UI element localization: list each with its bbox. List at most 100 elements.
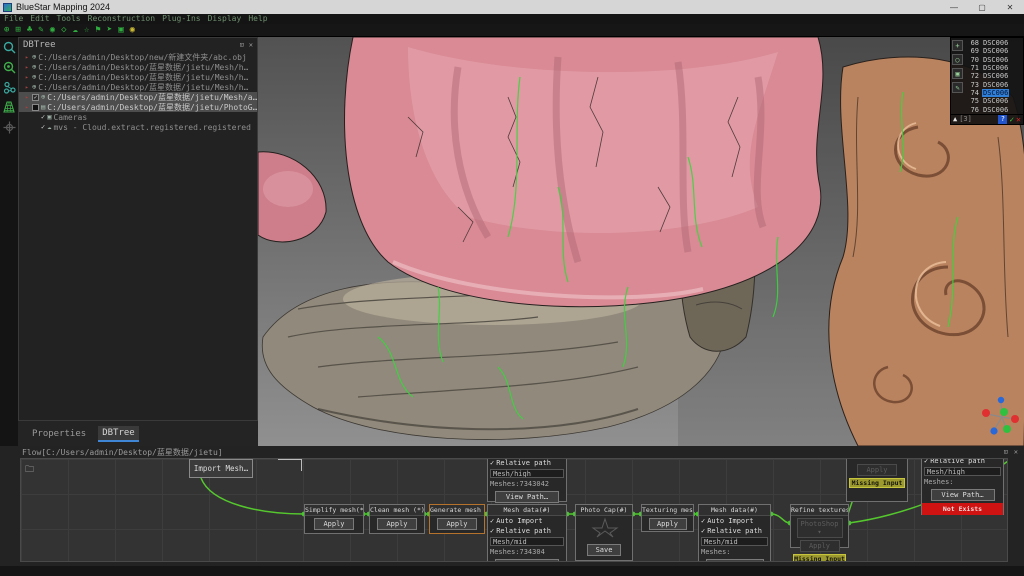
toolbar-icon-9[interactable]: ⚑ xyxy=(95,24,100,36)
viewport-3d[interactable] xyxy=(258,37,1024,446)
view-path-button[interactable]: View Path… xyxy=(495,559,559,562)
tree-item-selected[interactable]: ▸✓⊕C:/Users/admin/Desktop/蓝星数据/jietu/Mes… xyxy=(19,92,257,102)
checkmark-icon[interactable]: ✓ xyxy=(490,459,494,467)
apply-button-disabled[interactable]: Apply xyxy=(800,540,840,552)
maximize-button[interactable]: ▢ xyxy=(968,0,996,14)
node-mesh-data-mid-2[interactable]: Mesh data(#) ✓Auto Import ✓Relative path… xyxy=(698,504,771,562)
node-refine-textures[interactable]: Refine textures(~) PhotoShop ▾ Apply Mis… xyxy=(790,504,849,548)
title-bar[interactable]: BlueStar Mapping 2024 — ▢ ✕ xyxy=(0,0,1024,14)
delete-icon[interactable]: ✕ xyxy=(1016,115,1021,124)
apply-button-disabled[interactable]: Apply xyxy=(857,464,897,476)
checkbox-checked[interactable]: ✓ xyxy=(32,94,39,101)
node-mesh-data-error[interactable]: ✓Relative path Mesh/high Meshes: View Pa… xyxy=(921,458,1004,515)
node-generate-mesh-uv[interactable]: Generate mesh UV(*) Apply xyxy=(429,504,485,534)
toolbar-icon-11[interactable]: ▣ xyxy=(118,24,123,36)
expand-arrow-icon[interactable]: ▸ xyxy=(25,104,30,111)
import-mesh-button[interactable]: Import Mesh… xyxy=(189,459,253,478)
checkmark-icon[interactable]: ✓ xyxy=(701,527,705,535)
tree-item-selected[interactable]: ▸▤C:/Users/admin/Desktop/蓝星数据/jietu/Phot… xyxy=(19,102,257,112)
expand-arrow-icon[interactable]: ▸ xyxy=(25,54,30,61)
minimize-button[interactable]: — xyxy=(940,0,968,14)
photo-row[interactable]: 75DSC006 xyxy=(964,97,1023,105)
tab-properties[interactable]: Properties xyxy=(28,427,90,441)
node-mesh-data-high[interactable]: ✓Relative path Mesh/high Meshes:7343042 … xyxy=(487,458,567,502)
zoom-icon[interactable] xyxy=(0,37,18,57)
checkmark-icon[interactable]: ✓ xyxy=(701,517,705,525)
tree-item[interactable]: ▸⊕C:/Users/admin/Desktop/蓝星数据/jietu/Mesh… xyxy=(19,62,257,72)
node-photo-cap[interactable]: Photo Cap(#) Save xyxy=(575,504,633,561)
checkmark-icon[interactable]: ✓ xyxy=(924,458,928,465)
zoom-inspect-icon[interactable] xyxy=(0,57,18,77)
toolbar-icon-1[interactable]: ⊕ xyxy=(4,24,9,36)
node-simplify-mesh[interactable]: Simplify mesh(*) Apply xyxy=(304,504,364,534)
menu-reconstruction[interactable]: Reconstruction xyxy=(88,14,155,24)
menu-edit[interactable]: Edit xyxy=(30,14,49,24)
node-clipped-partial[interactable]: Apply Missing Input xyxy=(846,458,908,502)
flow-close-icon[interactable]: ✕ xyxy=(1014,448,1018,456)
save-button[interactable]: Save xyxy=(587,544,621,556)
mesh-path-field[interactable]: Mesh/mid xyxy=(490,537,564,546)
toolbar-icon-12[interactable]: ◉ xyxy=(130,24,135,36)
apply-button[interactable]: Apply xyxy=(649,518,687,530)
node-texturing-mesh[interactable]: Texturing mesh(*) Apply xyxy=(641,504,694,532)
accept-icon[interactable]: ✓ xyxy=(1009,115,1014,124)
photo-row-selected[interactable]: 74DSC006 xyxy=(964,89,1023,97)
photo-row[interactable]: 70DSC006 xyxy=(964,56,1023,64)
tree-item-mvs-cloud[interactable]: ✓☁mvs - Cloud.extract.registered.registe… xyxy=(19,122,257,132)
flow-undock-icon[interactable]: ⊡ xyxy=(1004,448,1008,456)
photo-row[interactable]: 71DSC006 xyxy=(964,64,1023,72)
flow-canvas[interactable]: 🗀 Import Mesh… ✓Relative path Mesh/high … xyxy=(20,458,1008,562)
apply-button[interactable]: Apply xyxy=(314,518,354,530)
photo-row[interactable]: 73DSC006 xyxy=(964,80,1023,88)
pan-tool-icon[interactable]: + xyxy=(952,40,963,51)
edit-tool-icon[interactable]: ✎ xyxy=(952,82,963,93)
toolbar-icon-8[interactable]: ☆ xyxy=(84,24,89,36)
dbtree-close-icon[interactable]: ✕ xyxy=(249,41,253,49)
node-clean-mesh[interactable]: Clean mesh (*) Apply xyxy=(369,504,425,534)
menu-help[interactable]: Help xyxy=(248,14,267,24)
tree-item[interactable]: ▸⊕C:/Users/admin/Desktop/new/新建文件夹/abc.o… xyxy=(19,52,257,62)
view-path-button[interactable]: View Path… xyxy=(495,491,559,503)
help-icon[interactable]: ? xyxy=(998,115,1007,124)
toolbar-icon-7[interactable]: ☁ xyxy=(73,24,78,36)
dbtree-undock-icon[interactable]: ⊡ xyxy=(240,41,244,49)
menu-tools[interactable]: Tools xyxy=(57,14,81,24)
checkmark-icon[interactable]: ✓ xyxy=(490,517,494,525)
apply-button[interactable]: Apply xyxy=(437,518,477,530)
rotate-tool-icon[interactable]: ○ xyxy=(952,54,963,65)
tab-dbtree[interactable]: DBTree xyxy=(98,426,139,442)
view-path-button[interactable]: View Path… xyxy=(931,489,995,501)
mesh-icon[interactable] xyxy=(0,97,18,117)
checkmark-icon[interactable]: ✓ xyxy=(490,527,494,535)
close-button[interactable]: ✕ xyxy=(996,0,1024,14)
tree-item[interactable]: ▸⊕C:/Users/admin/Desktop/蓝星数据/jietu/Mesh… xyxy=(19,82,257,92)
expand-arrow-icon[interactable]: ▸ xyxy=(25,64,30,71)
flow-folder-icon[interactable]: 🗀 xyxy=(25,462,34,478)
graph-icon[interactable] xyxy=(0,77,18,97)
photo-row[interactable]: 76DSC006 xyxy=(964,105,1023,113)
checkbox-unchecked[interactable] xyxy=(32,104,39,111)
toolbar-icon-10[interactable]: ➤ xyxy=(107,24,112,36)
expand-arrow-icon[interactable]: ▸ xyxy=(25,74,30,81)
scroll-up-icon[interactable]: ▲ xyxy=(953,115,957,123)
expand-arrow-icon[interactable]: ▸ xyxy=(25,94,30,101)
photo-row[interactable]: 72DSC006 xyxy=(964,72,1023,80)
menu-file[interactable]: File xyxy=(4,14,23,24)
tree-item-cameras[interactable]: ✓▣Cameras xyxy=(19,112,257,122)
photo-row[interactable]: 68DSC006 xyxy=(964,39,1023,47)
menu-plugins[interactable]: Plug-Ins xyxy=(162,14,201,24)
photoshop-dropdown[interactable]: PhotoShop ▾ xyxy=(797,518,843,538)
pan-icon[interactable] xyxy=(0,117,18,137)
tree-item[interactable]: ▸⊕C:/Users/admin/Desktop/蓝星数据/jietu/Mesh… xyxy=(19,72,257,82)
view-path-button[interactable]: View Path… xyxy=(706,559,764,562)
mesh-path-field[interactable]: Mesh/high xyxy=(490,469,564,478)
toolbar-icon-4[interactable]: ✎ xyxy=(38,24,43,36)
mesh-path-field[interactable]: Mesh/high xyxy=(924,467,1001,476)
camera-tool-icon[interactable]: ▣ xyxy=(952,68,963,79)
toolbar-icon-3[interactable]: ♣ xyxy=(27,24,32,36)
toolbar-icon-6[interactable]: ◇ xyxy=(61,24,66,36)
photo-row[interactable]: 69DSC006 xyxy=(964,47,1023,55)
checkmark-icon[interactable]: ✓ xyxy=(41,113,45,121)
expand-arrow-icon[interactable]: ▸ xyxy=(25,84,30,91)
menu-display[interactable]: Display xyxy=(208,14,242,24)
